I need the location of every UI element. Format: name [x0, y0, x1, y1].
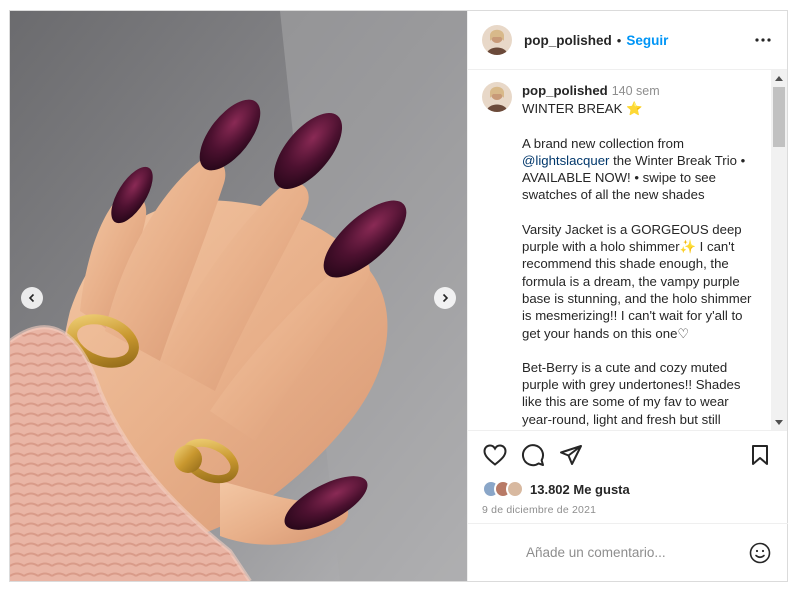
share-icon	[560, 444, 582, 465]
author-username[interactable]: pop_polished	[524, 33, 612, 48]
more-options-button[interactable]	[753, 30, 773, 50]
save-button[interactable]	[747, 442, 773, 468]
scroll-up-arrow[interactable]	[771, 70, 787, 86]
caption-title: WINTER BREAK	[522, 101, 623, 117]
comments-scrollbar[interactable]	[771, 70, 787, 430]
caret-up-icon	[775, 75, 783, 81]
emoji-button[interactable]	[748, 541, 772, 565]
comment-input[interactable]	[526, 545, 726, 560]
liker-avatar	[506, 480, 524, 498]
caret-down-icon	[775, 419, 783, 425]
caption-text: pop_polished 140 sem WINTER BREAK ⭐ A bra…	[522, 82, 762, 428]
follow-button[interactable]: Seguir	[626, 33, 668, 48]
scroll-thumb[interactable]	[773, 87, 785, 147]
caption-avatar[interactable]	[482, 82, 512, 112]
comments-area[interactable]: pop_polished 140 sem WINTER BREAK ⭐ A bra…	[468, 70, 787, 430]
scroll-down-arrow[interactable]	[771, 414, 787, 430]
emoji-icon	[749, 542, 771, 563]
caption-para2: Varsity Jacket is a GORGEOUS deep purple…	[522, 221, 756, 341]
post-dialog: pop_polished • Seguir pop_polished 140 se…	[9, 10, 788, 582]
previous-image-button[interactable]	[21, 287, 43, 309]
caption-para3: Bet-Berry is a cute and cozy muted purpl…	[522, 359, 745, 427]
comment-button[interactable]	[520, 442, 546, 468]
comment-icon	[522, 443, 544, 466]
likes-row: 13.802 Me gusta	[468, 478, 787, 500]
chevron-left-icon	[28, 293, 35, 303]
post-date[interactable]: 9 de diciembre de 2021	[468, 500, 787, 516]
caption-username[interactable]: pop_polished	[522, 83, 608, 98]
star-emoji: ⭐	[626, 101, 643, 117]
like-button[interactable]	[482, 442, 508, 468]
post-photo	[10, 11, 467, 581]
caption-para1-prefix: A brand new collection from	[522, 135, 688, 151]
author-avatar[interactable]	[482, 25, 512, 55]
post-side-panel: pop_polished • Seguir pop_polished 140 se…	[467, 11, 788, 581]
heart-icon	[483, 443, 507, 466]
liker-avatars[interactable]	[482, 480, 524, 498]
add-comment-bar	[468, 523, 788, 581]
caption-time[interactable]: 140 sem	[612, 84, 660, 98]
separator-dot: •	[616, 32, 622, 48]
more-horizontal-icon	[755, 38, 771, 42]
chevron-right-icon	[442, 293, 449, 303]
post-caption: pop_polished 140 sem WINTER BREAK ⭐ A bra…	[482, 82, 762, 428]
mention-link[interactable]: @lightslacquer	[522, 153, 609, 168]
next-image-button[interactable]	[434, 287, 456, 309]
post-header: pop_polished • Seguir	[468, 11, 787, 70]
bookmark-icon	[752, 444, 768, 465]
likes-count[interactable]: 13.802 Me gusta	[530, 482, 630, 497]
post-media	[10, 11, 467, 581]
share-button[interactable]	[558, 442, 584, 468]
action-bar	[468, 430, 787, 478]
